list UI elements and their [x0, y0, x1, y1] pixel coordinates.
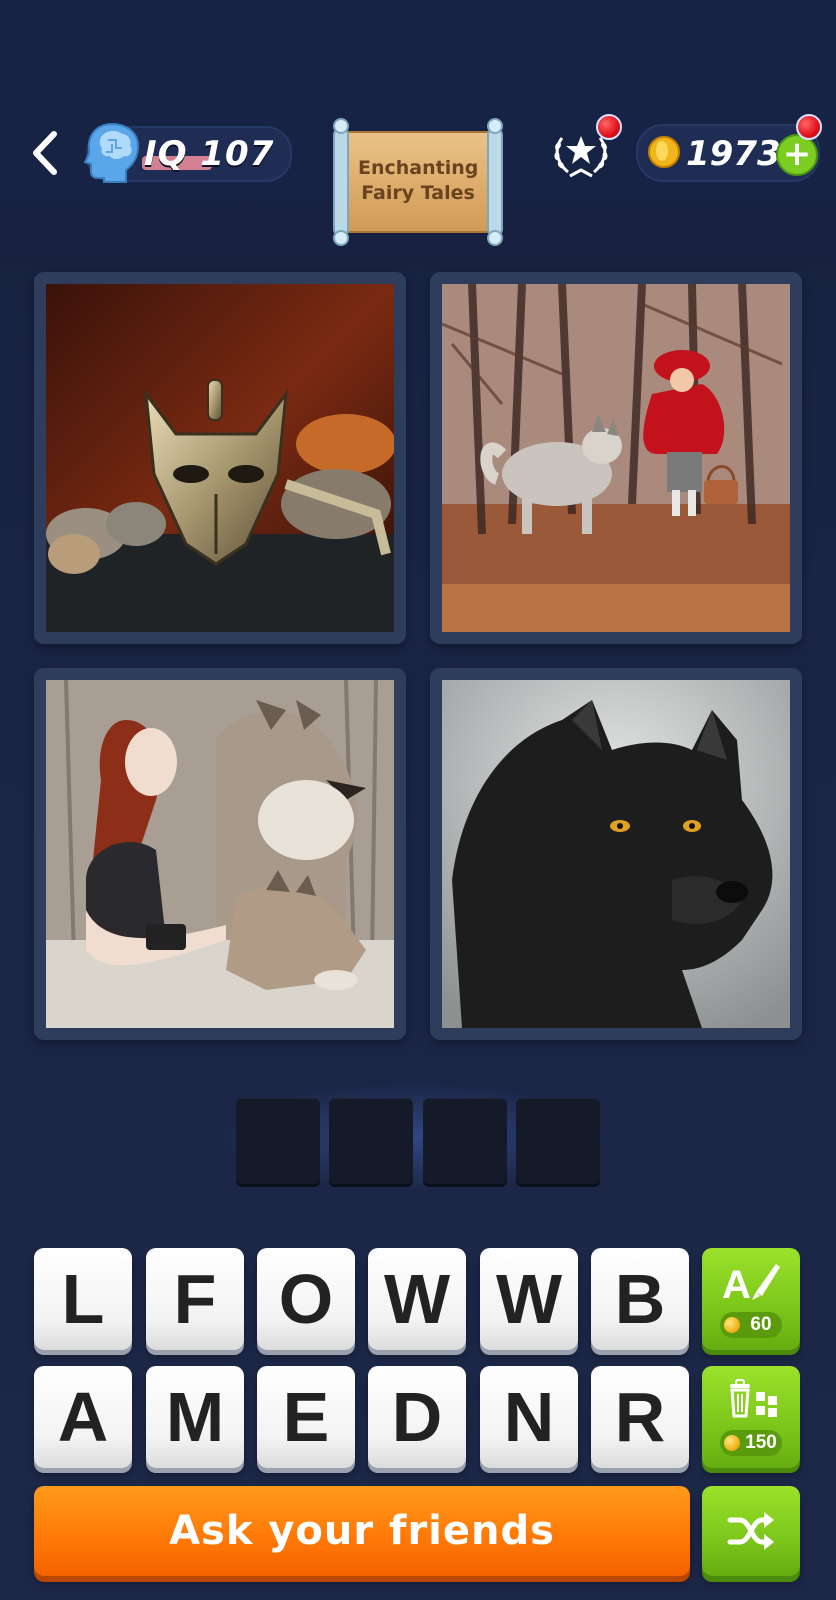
coin-balance[interactable]: 1973 +	[636, 124, 820, 182]
red-riding-hood-photo	[442, 284, 790, 632]
letter-key[interactable]: W	[368, 1248, 466, 1350]
letter-key[interactable]: O	[257, 1248, 355, 1350]
letter-key-label: W	[383, 1260, 451, 1338]
letter-key[interactable]: B	[591, 1248, 689, 1350]
photo-tile-3[interactable]	[34, 668, 406, 1040]
letter-key-label: D	[391, 1378, 443, 1456]
wolf-pendant-photo	[46, 284, 394, 632]
add-coins-button[interactable]: +	[776, 134, 818, 176]
letter-key-label: R	[614, 1378, 666, 1456]
svg-text:A: A	[722, 1263, 751, 1307]
brain-head-icon	[82, 120, 142, 188]
chevron-left-icon	[33, 131, 57, 175]
magic-letter-icon: A	[722, 1263, 780, 1307]
black-wolf-photo	[442, 680, 790, 1028]
trash-letters-icon	[730, 1379, 777, 1418]
back-button[interactable]	[28, 128, 62, 178]
category-title: Enchanting Fairy Tales	[358, 156, 478, 206]
iq-badge[interactable]: IQ 107	[83, 122, 292, 183]
answer-slot-2[interactable]	[329, 1098, 413, 1184]
coins-notification-dot	[796, 114, 822, 140]
letter-key[interactable]: F	[146, 1248, 244, 1350]
letter-key[interactable]: E	[257, 1366, 355, 1468]
letter-key-label: E	[282, 1378, 330, 1456]
achievements-notification-dot	[596, 114, 622, 140]
shuffle-icon	[727, 1512, 774, 1550]
ask-friends-button[interactable]: Ask your friends	[34, 1486, 690, 1576]
letter-key-label: F	[173, 1260, 217, 1338]
letter-key-label: N	[503, 1378, 555, 1456]
letter-key[interactable]: D	[368, 1366, 466, 1468]
iq-label: IQ 107	[144, 134, 275, 174]
reveal-letter-cost-value: 60	[750, 1314, 772, 1335]
category-scroll-banner: Enchanting Fairy Tales	[328, 118, 508, 246]
letter-key[interactable]: N	[480, 1366, 578, 1468]
reveal-letter-cost: 60	[720, 1312, 782, 1338]
ask-friends-label: Ask your friends	[169, 1508, 555, 1554]
answer-slot-3[interactable]	[423, 1098, 507, 1184]
coin-icon	[724, 1435, 740, 1451]
letter-key[interactable]: R	[591, 1366, 689, 1468]
remove-letters-cost: 150	[720, 1430, 782, 1456]
coin-icon	[648, 136, 680, 168]
letter-key-label: O	[278, 1260, 334, 1338]
letter-key-label: A	[57, 1378, 109, 1456]
remove-letters-cost-value: 150	[745, 1432, 777, 1453]
coin-icon	[724, 1317, 740, 1333]
letter-key[interactable]: W	[480, 1248, 578, 1350]
letter-key-label: W	[495, 1260, 563, 1338]
letter-key-label: M	[165, 1378, 225, 1456]
coin-count: 1973	[686, 134, 781, 174]
remove-letters-button[interactable]: 150	[702, 1366, 800, 1468]
answer-slot-1[interactable]	[236, 1098, 320, 1184]
letter-key[interactable]: M	[146, 1366, 244, 1468]
woman-with-wolves-photo	[46, 680, 394, 1028]
reveal-letter-button[interactable]: A 60	[702, 1248, 800, 1350]
shuffle-button[interactable]	[702, 1486, 800, 1576]
photo-tile-4[interactable]	[430, 668, 802, 1040]
photo-tile-2[interactable]	[430, 272, 802, 644]
photo-tile-1[interactable]	[34, 272, 406, 644]
letter-key-label: L	[61, 1260, 105, 1338]
letter-key[interactable]: A	[34, 1366, 132, 1468]
answer-slot-4[interactable]	[516, 1098, 600, 1184]
letter-key-label: B	[614, 1260, 666, 1338]
letter-key[interactable]: L	[34, 1248, 132, 1350]
category-title-line2: Fairy Tales	[361, 182, 475, 204]
category-title-line1: Enchanting	[358, 157, 479, 179]
